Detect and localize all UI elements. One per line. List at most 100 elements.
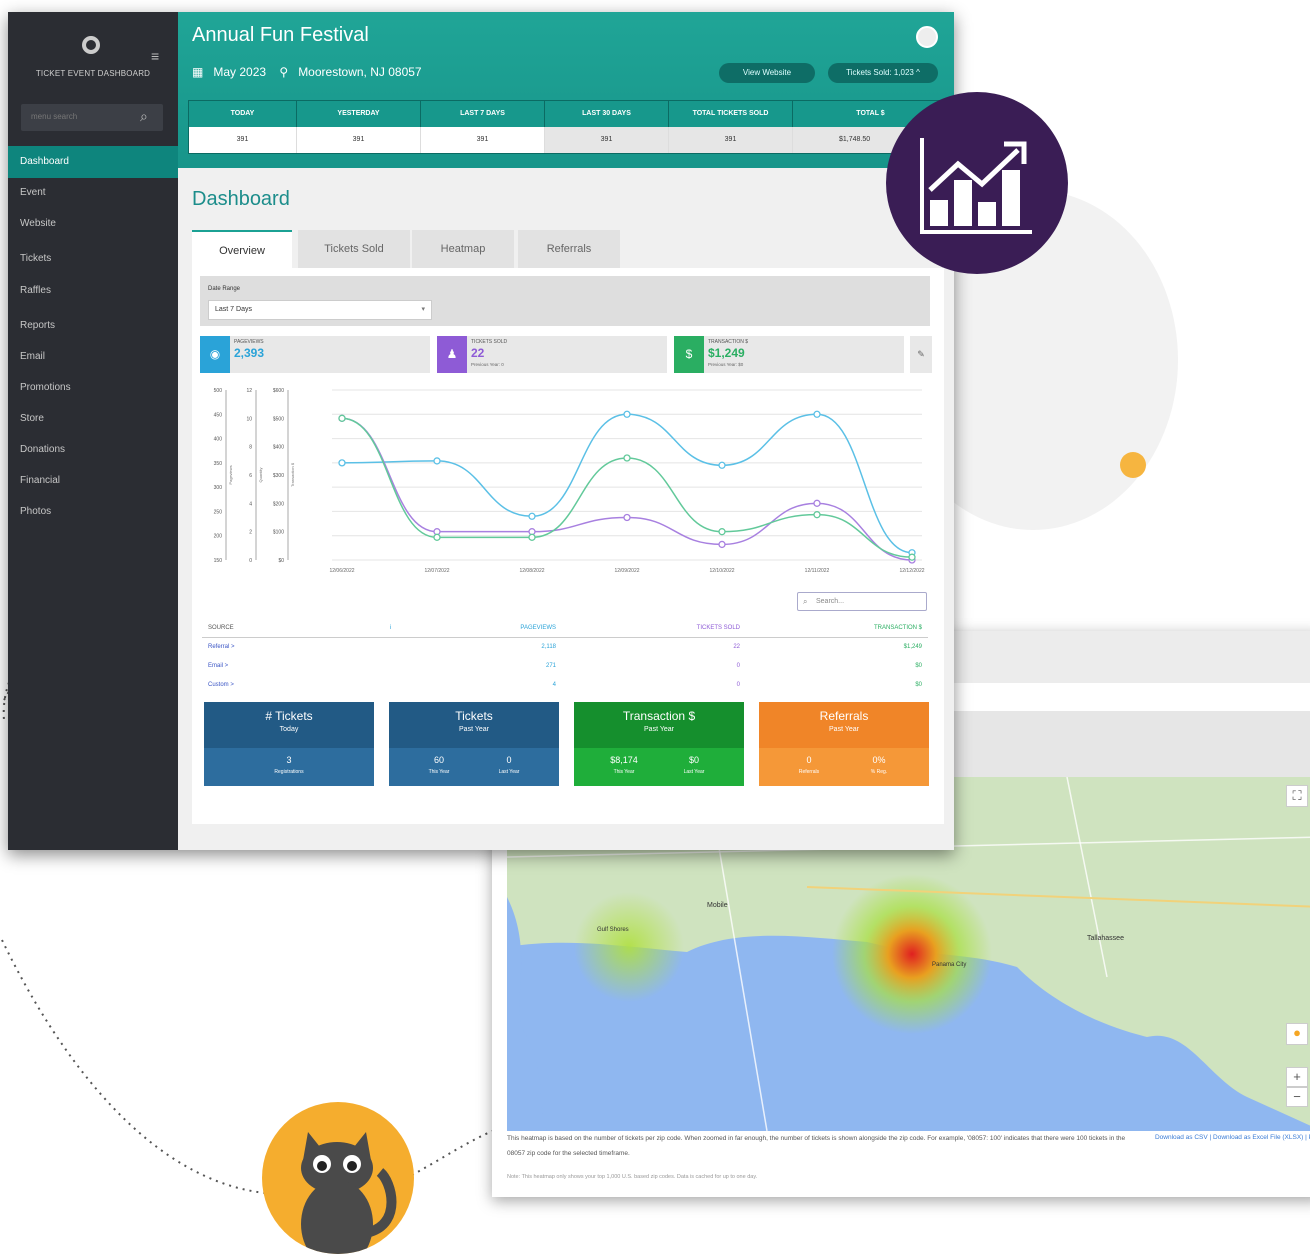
row-transaction: $0	[915, 663, 922, 669]
download-links[interactable]: Download as CSV | Download as Excel File…	[1142, 1134, 1310, 1142]
stat-value: 391	[297, 127, 421, 153]
series-line-transaction-	[341, 417, 913, 558]
zoom-out-button[interactable]: −	[1286, 1087, 1308, 1107]
pegman-icon[interactable]: ●	[1286, 1023, 1308, 1045]
sidebar-item-reports[interactable]: Reports	[8, 310, 178, 342]
data-point	[623, 513, 631, 522]
logo-icon	[82, 36, 100, 54]
card-value-label: This Year	[428, 769, 450, 775]
y-tick-label: $200	[273, 501, 284, 507]
event-location: Moorestown, NJ 08057	[298, 65, 422, 79]
decorative-dot	[1120, 452, 1146, 478]
sidebar-item-raffles[interactable]: Raffles	[8, 275, 178, 307]
tab-overview[interactable]: Overview	[192, 230, 292, 268]
stats-table: TODAY YESTERDAY LAST 7 DAYS LAST 30 DAYS…	[188, 100, 949, 154]
row-source[interactable]: Referral >	[208, 638, 235, 657]
tab-heatmap[interactable]: Heatmap	[412, 230, 514, 268]
info-icon: i	[390, 625, 392, 631]
search-icon[interactable]: ⌕	[140, 108, 148, 125]
y-tick-label: 4	[249, 501, 252, 507]
row-pageviews: 4	[552, 682, 556, 688]
dashboard-window: ≡ TICKET EVENT DASHBOARD menu search ⌕ D…	[8, 12, 954, 850]
card-title: # Tickets	[265, 709, 313, 723]
kpi-value: 22	[471, 346, 485, 360]
stat-header: TODAY	[189, 101, 297, 127]
col-source: SOURCE	[208, 625, 234, 631]
sidebar-item-promotions[interactable]: Promotions	[8, 372, 178, 404]
calendar-icon: ▦	[192, 65, 204, 79]
event-date: May 2023	[213, 65, 267, 79]
cat-mascot-icon	[262, 1102, 414, 1254]
card-value-label: % Reg.	[870, 769, 888, 775]
sidebar-item-dashboard[interactable]: Dashboard	[8, 146, 178, 178]
y-tick-label: 250	[214, 509, 223, 515]
y-tick-label: $500	[273, 416, 284, 422]
stat-header: LAST 30 DAYS	[545, 101, 669, 127]
card-referrals-past-year: Referrals Past Year 0 Referrals 0% % Reg.	[759, 702, 929, 786]
y-tick-label: 2	[249, 530, 252, 536]
map-label: Tallahassee	[1087, 935, 1124, 942]
card-value: 0%	[872, 755, 886, 765]
sidebar-item-email[interactable]: Email	[8, 341, 178, 373]
zoom-in-button[interactable]: +	[1286, 1067, 1308, 1087]
fullscreen-button[interactable]: ⛶	[1286, 785, 1308, 807]
kpi-value: 2,393	[234, 346, 265, 360]
table-row[interactable]: Email > 271 0 $0	[202, 657, 928, 676]
card-title: Transaction $	[622, 709, 696, 723]
tickets-sold-dropdown[interactable]: Tickets Sold: 1,023 ^	[828, 63, 938, 83]
y-tick-label: 350	[214, 461, 223, 467]
sidebar-item-website[interactable]: Website	[8, 208, 178, 240]
series-line-pageviews	[341, 413, 913, 554]
card-transaction-past-year: Transaction $ Past Year $8,174 This Year …	[574, 702, 744, 786]
sidebar-item-event[interactable]: Event	[8, 177, 178, 209]
y-tick-label: 10	[246, 416, 252, 422]
date-range-select[interactable]: Last 7 Days ▾	[208, 300, 432, 320]
y-tick-label: $0	[278, 558, 284, 564]
card-subtitle: Today	[279, 726, 299, 733]
brand-name: TICKET EVENT DASHBOARD	[35, 69, 151, 78]
data-point	[528, 533, 536, 541]
row-source[interactable]: Custom >	[208, 676, 234, 695]
tab-referrals[interactable]: Referrals	[518, 230, 620, 268]
y-tick-label: 450	[214, 412, 223, 418]
view-website-button[interactable]: View Website	[719, 63, 815, 83]
logo-area: ≡ TICKET EVENT DASHBOARD	[8, 12, 178, 100]
stat-header: YESTERDAY	[297, 101, 421, 127]
y-tick-label: 6	[249, 473, 252, 479]
hamburger-menu-icon[interactable]: ≡	[151, 49, 159, 63]
row-pageviews: 2,118	[541, 644, 556, 650]
y-tick-label: 400	[214, 437, 223, 443]
table-search-input[interactable]: ⌕ Search...	[797, 592, 927, 611]
data-point	[813, 410, 821, 418]
data-point	[433, 533, 441, 541]
x-tick-label: 12/08/2022	[519, 568, 544, 574]
sidebar-item-tickets[interactable]: Tickets	[8, 243, 178, 275]
row-source[interactable]: Email >	[208, 657, 228, 676]
dollar-icon: $	[674, 336, 704, 373]
data-point	[623, 454, 631, 462]
stat-value: 391	[545, 127, 669, 153]
sidebar-item-financial[interactable]: Financial	[8, 465, 178, 497]
table-row[interactable]: Referral > 2,118 22 $1,249	[202, 638, 928, 657]
sidebar-item-photos[interactable]: Photos	[8, 496, 178, 528]
kpi-transaction: $ TRANSACTION $ $1,249 Previous Year: $0	[674, 336, 904, 373]
data-point	[433, 457, 441, 465]
card-title: Referrals	[819, 709, 869, 723]
col-tickets: TICKETS SOLD	[696, 625, 740, 631]
card-value-label: Last Year	[683, 769, 705, 775]
avatar[interactable]	[916, 26, 938, 48]
card-tickets-today: # Tickets Today 3 Registrations	[204, 702, 374, 786]
date-range-label: Date Range	[208, 286, 241, 292]
tab-tickets-sold[interactable]: Tickets Sold	[298, 230, 410, 268]
data-point	[338, 459, 346, 467]
x-tick-label: 12/09/2022	[614, 568, 639, 574]
table-row[interactable]: Custom > 4 0 $0	[202, 676, 928, 695]
sidebar-item-donations[interactable]: Donations	[8, 434, 178, 466]
data-point	[528, 512, 536, 520]
edit-icon[interactable]: ✎	[910, 336, 932, 373]
menu-search-input[interactable]: menu search ⌕	[21, 104, 163, 131]
sidebar-item-store[interactable]: Store	[8, 403, 178, 435]
y-tick-label: $400	[273, 445, 284, 451]
x-tick-label: 12/06/2022	[329, 568, 354, 574]
card-title: Tickets	[455, 709, 493, 723]
